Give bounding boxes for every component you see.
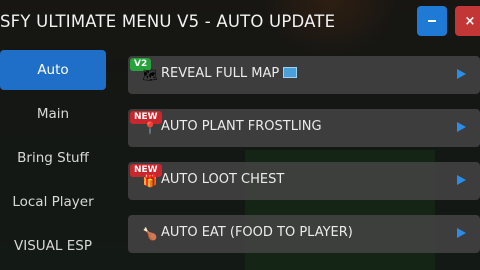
sidebar-item-label: Bring Stuff — [17, 150, 89, 166]
sidebar-item-visual-esp[interactable]: VISUAL ESP — [0, 226, 106, 266]
close-icon: × — [464, 13, 476, 29]
row-label: AUTO PLANT FROSTLING — [161, 119, 322, 134]
reveal-full-map-toggle[interactable]: V2 🗺 REVEAL FULL MAP — [128, 56, 480, 94]
sidebar-item-label: Main — [36, 106, 70, 122]
play-arrow-icon[interactable] — [457, 122, 466, 132]
map-icon — [283, 67, 298, 78]
sidebar-item-label: VISUAL ESP — [14, 238, 92, 254]
minimize-button[interactable] — [417, 6, 447, 36]
auto-plant-frostling-toggle[interactable]: NEW 📍 AUTO PLANT FROSTLING — [128, 109, 480, 147]
sidebar-item-label: Auto — [37, 62, 69, 78]
auto-eat-toggle[interactable]: 🍗 AUTO EAT (FOOD TO PLAYER) — [128, 215, 480, 253]
auto-loot-chest-toggle[interactable]: NEW 🎁 AUTO LOOT CHEST — [128, 162, 480, 200]
map-icon: 🗺 — [142, 68, 158, 82]
sidebar-item-auto[interactable]: Auto — [0, 50, 106, 90]
sidebar-item-main[interactable]: Main — [0, 94, 106, 134]
row-label: AUTO LOOT CHEST — [161, 172, 285, 187]
sidebar-item-label: Local Player — [12, 194, 94, 210]
sidebar-item-bring-stuff[interactable]: Bring Stuff — [0, 138, 106, 178]
title-bar[interactable]: SFY ULTIMATE MENU V5 - AUTO UPDATE × — [0, 0, 480, 44]
window-title: SFY ULTIMATE MENU V5 - AUTO UPDATE — [0, 12, 336, 31]
feature-list: V2 🗺 REVEAL FULL MAP NEW 📍 AUTO PLANT FR… — [128, 56, 480, 270]
close-button[interactable]: × — [455, 6, 480, 36]
play-arrow-icon[interactable] — [457, 175, 466, 185]
pin-icon: 📍 — [142, 121, 158, 135]
gift-icon: 🎁 — [142, 174, 158, 188]
sidebar: Auto Main Bring Stuff Local Player VISUA… — [0, 48, 110, 270]
minimize-icon — [428, 20, 436, 22]
row-label: AUTO EAT (FOOD TO PLAYER) — [161, 225, 353, 240]
drumstick-icon: 🍗 — [142, 227, 158, 241]
row-label: REVEAL FULL MAP — [161, 66, 280, 81]
menu-window: SFY ULTIMATE MENU V5 - AUTO UPDATE × Aut… — [0, 0, 480, 270]
sidebar-item-local-player[interactable]: Local Player — [0, 182, 106, 222]
play-arrow-icon[interactable] — [457, 69, 466, 79]
play-arrow-icon[interactable] — [457, 228, 466, 238]
